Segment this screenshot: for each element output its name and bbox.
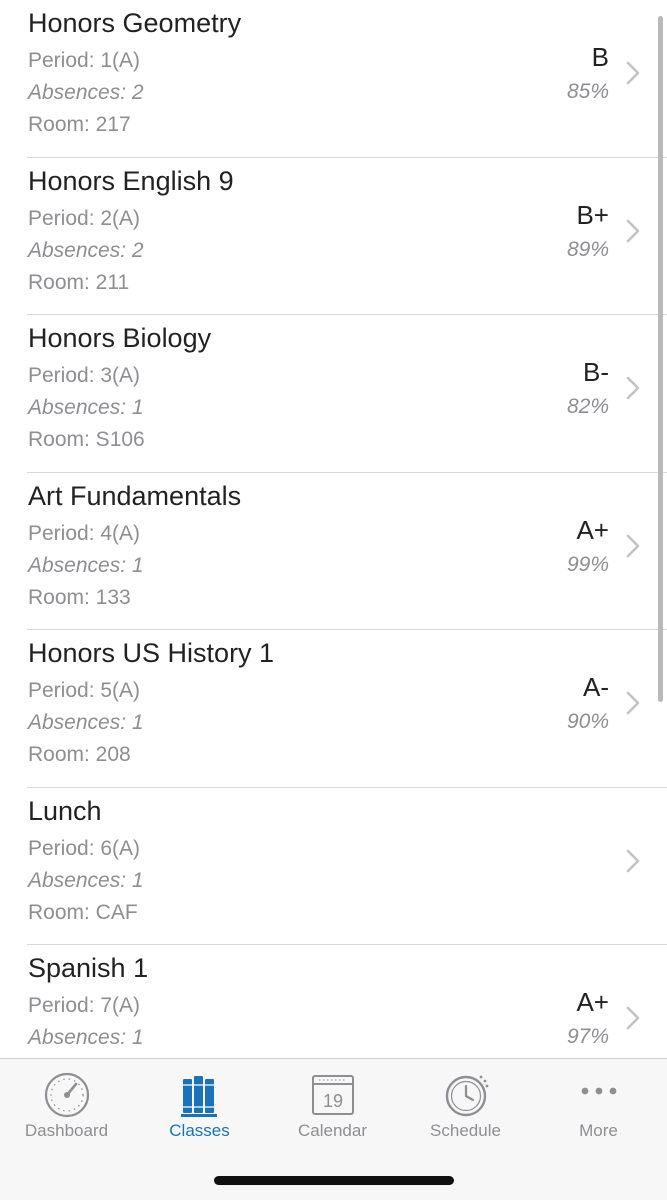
chevron-right-icon	[626, 534, 640, 557]
class-absences: Absences: 1	[28, 1026, 144, 1049]
gauge-icon	[44, 1072, 90, 1118]
class-period: Period: 1(A)	[28, 49, 141, 72]
class-percent: 90%	[566, 710, 609, 733]
class-period: Period: 5(A)	[28, 679, 141, 702]
tab-label: More	[579, 1121, 618, 1140]
class-name: Lunch	[28, 795, 102, 826]
chevron-right-icon	[626, 849, 640, 872]
class-room: Room: 133	[28, 585, 131, 609]
class-room: Room: 217	[28, 113, 131, 136]
class-room: Room: 211	[28, 270, 130, 294]
class-row[interactable]: Lunch Period: 6(A) Absences: 1 Room: CAF	[27, 788, 667, 945]
more-dots-icon	[581, 1087, 617, 1095]
class-absences: Absences: 1	[28, 711, 144, 734]
class-absences: Absences: 2	[28, 238, 144, 262]
class-grade: B+	[576, 199, 609, 230]
class-percent: 85%	[566, 80, 609, 103]
chevron-right-icon	[626, 1006, 640, 1030]
class-period: Period: 4(A)	[28, 521, 141, 545]
class-grade: B-	[583, 357, 609, 387]
class-grade: B	[591, 42, 609, 72]
class-name: Honors Biology	[28, 323, 212, 353]
clock-icon	[445, 1075, 489, 1117]
class-period: Period: 6(A)	[28, 836, 141, 860]
home-indicator[interactable]	[214, 1176, 454, 1185]
class-period: Period: 7(A)	[28, 994, 141, 1017]
class-percent: 99%	[566, 552, 609, 576]
tab-classes[interactable]: Classes	[133, 1059, 266, 1155]
tab-calendar[interactable]: 19 Calendar	[266, 1059, 399, 1155]
class-name: Honors English 9	[28, 165, 234, 196]
chevron-right-icon	[626, 61, 640, 85]
calendar-icon: 19	[312, 1075, 354, 1115]
class-name: Art Fundamentals	[28, 480, 242, 511]
class-row[interactable]: Honors US History 1 Period: 5(A) Absence…	[27, 630, 667, 788]
scrollbar[interactable]	[658, 16, 663, 702]
class-name: Honors Geometry	[28, 8, 242, 38]
class-absences: Absences: 1	[28, 396, 144, 419]
class-room: Room: S106	[28, 428, 145, 451]
tab-schedule[interactable]: Schedule	[399, 1059, 532, 1155]
class-percent: 89%	[566, 237, 609, 261]
class-room: Room: CAF	[28, 900, 138, 924]
chevron-right-icon	[626, 376, 640, 400]
class-absences: Absences: 1	[28, 553, 144, 577]
class-grade: A+	[576, 987, 609, 1017]
tab-dashboard[interactable]: Dashboard	[0, 1059, 133, 1155]
class-absences: Absences: 2	[28, 81, 144, 104]
tab-label: Calendar	[298, 1121, 367, 1140]
class-room: Room: 208	[28, 743, 131, 766]
class-period: Period: 3(A)	[28, 364, 141, 387]
chevron-right-icon	[626, 219, 640, 242]
tab-label: Schedule	[430, 1121, 501, 1140]
books-icon	[181, 1076, 217, 1117]
class-row[interactable]: Honors Biology Period: 3(A) Absences: 1 …	[27, 315, 667, 473]
class-grade: A-	[583, 672, 609, 702]
class-row[interactable]: Art Fundamentals Period: 4(A) Absences: …	[27, 473, 667, 630]
class-percent: 97%	[566, 1025, 609, 1048]
tab-label: Dashboard	[24, 1121, 109, 1140]
class-absences: Absences: 1	[28, 868, 144, 892]
class-period: Period: 2(A)	[28, 206, 141, 230]
class-percent: 82%	[566, 395, 609, 418]
chevron-right-icon	[626, 691, 640, 715]
class-name: Honors US History 1	[28, 638, 275, 668]
class-list: Honors Geometry Period: 1(A) Absences: 2…	[0, 0, 667, 1058]
tab-label: Classes	[169, 1121, 230, 1140]
calendar-icon-day: 19	[323, 1091, 343, 1111]
tab-more[interactable]: More	[532, 1059, 665, 1155]
class-row[interactable]: Honors English 9 Period: 2(A) Absences: …	[27, 158, 667, 315]
class-row[interactable]: Spanish 1 Period: 7(A) Absences: 1 A+ 97…	[27, 945, 667, 1058]
class-grade: A+	[576, 514, 609, 545]
class-name: Spanish 1	[28, 953, 149, 983]
class-row[interactable]: Honors Geometry Period: 1(A) Absences: 2…	[27, 0, 667, 158]
